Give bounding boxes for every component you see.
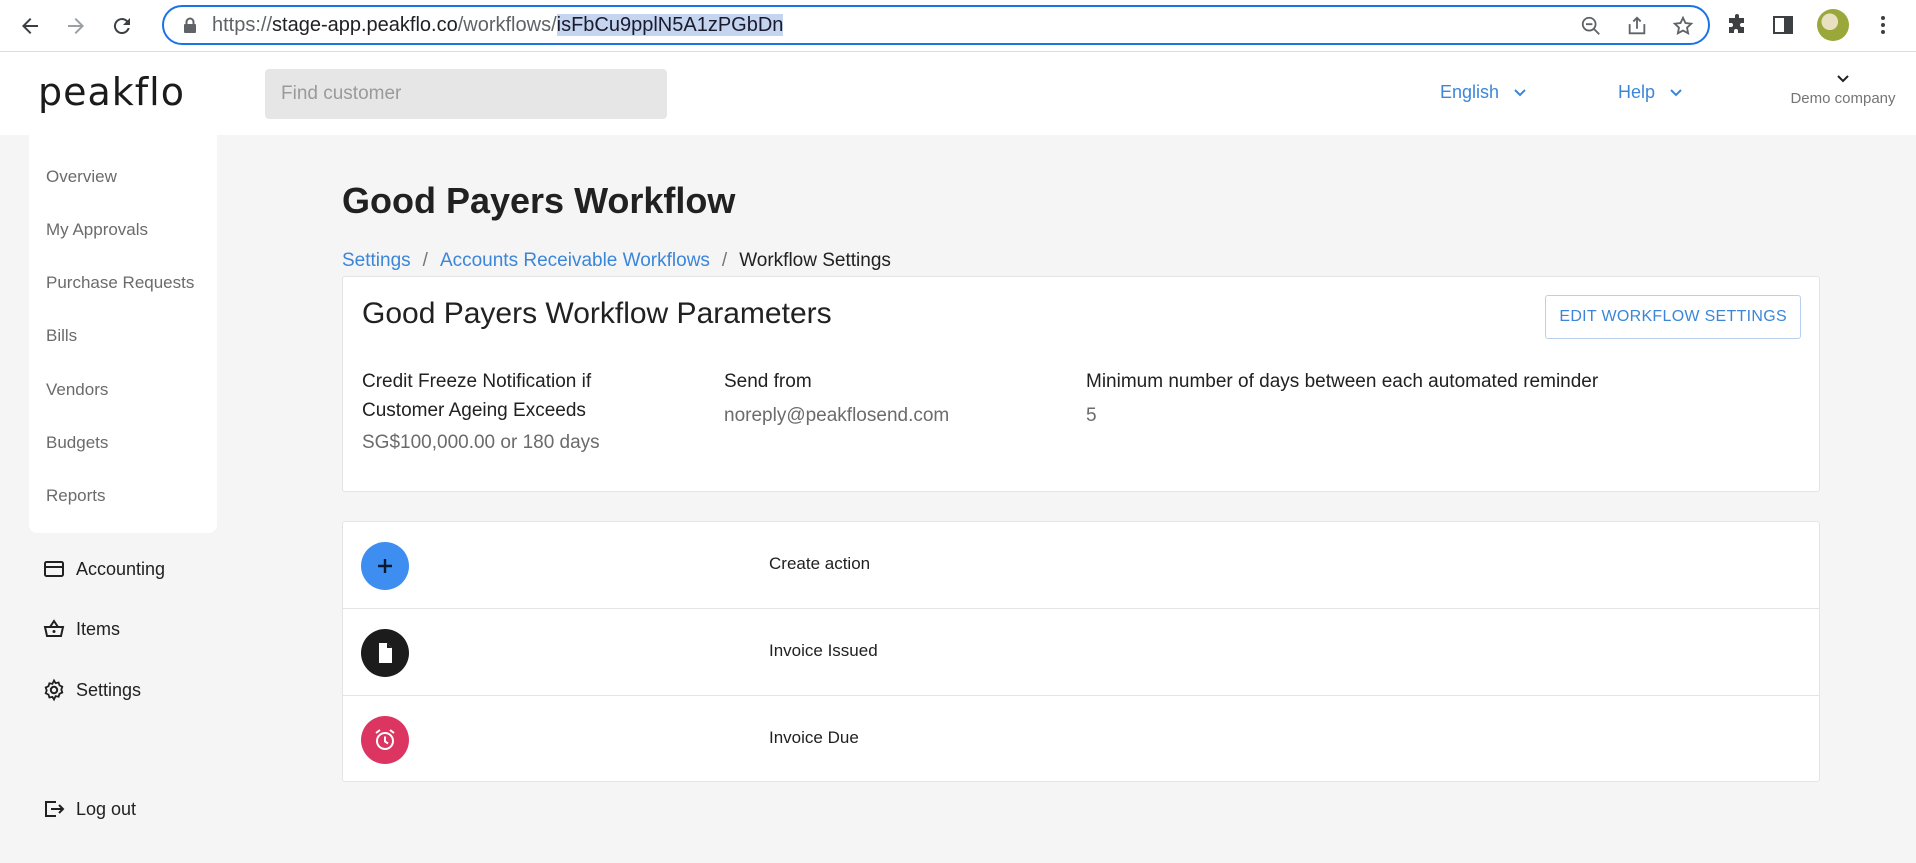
plus-icon[interactable] [361, 542, 409, 590]
sidebar-label-accounting: Accounting [76, 558, 166, 579]
reminder-days-value: 5 [1086, 405, 1097, 426]
breadcrumb-ar-workflows[interactable]: Accounts Receivable Workflows [440, 250, 710, 272]
sidebar-item-overview[interactable]: Overview [46, 167, 117, 187]
language-label: English [1440, 82, 1500, 102]
address-bar[interactable]: https://stage-app.peakflo.co/workflows/i… [162, 5, 1710, 45]
alarm-clock-icon [361, 716, 409, 764]
sidebar-item-reports[interactable]: Reports [46, 486, 106, 506]
peakflo-logo[interactable]: peakflo [38, 70, 185, 114]
reload-icon [113, 17, 130, 34]
logout-button[interactable]: Log out [42, 797, 136, 821]
url-text: https://stage-app.peakflo.co/workflows/i… [212, 13, 784, 37]
breadcrumb-current: Workflow Settings [739, 250, 891, 271]
reminder-days-param: Minimum number of days between each auto… [1086, 367, 1598, 427]
gear-icon [44, 678, 64, 702]
sidebar-item-bills[interactable]: Bills [46, 326, 77, 346]
edit-workflow-settings-button[interactable]: EDIT WORKFLOW SETTINGS [1545, 295, 1801, 339]
company-name: Demo company [1790, 90, 1896, 107]
breadcrumb-separator: / [721, 250, 728, 271]
help-label: Help [1618, 82, 1656, 102]
sidebar-item-budgets[interactable]: Budgets [46, 433, 108, 453]
page-title: Good Payers Workflow [342, 180, 736, 221]
help-menu[interactable]: Help [1618, 82, 1683, 103]
zoom-out-icon[interactable] [1580, 15, 1602, 37]
forward-arrow-icon [68, 17, 84, 34]
action-row-create[interactable]: Create action [343, 522, 1819, 609]
lock-icon [184, 17, 196, 33]
url-host: stage-app.peakflo.co [272, 13, 458, 36]
basket-icon [43, 619, 65, 637]
workflow-parameters-card: Good Payers Workflow Parameters EDIT WOR… [342, 276, 1820, 492]
credit-freeze-label-line2: Customer Ageing Exceeds [362, 400, 586, 421]
url-selected-text: isFbCu9pplN5A1zPGbDn [556, 13, 784, 36]
action-label: Create action [769, 554, 871, 573]
breadcrumb-separator: / [422, 250, 428, 271]
sidebar-item-purchase-requests[interactable]: Purchase Requests [46, 273, 194, 293]
send-from-value: noreply@peakflosend.com [724, 405, 950, 426]
language-selector[interactable]: English [1440, 82, 1527, 103]
find-customer-input[interactable] [265, 69, 667, 119]
sidebar-item-accounting[interactable]: Accounting [42, 557, 165, 581]
breadcrumb: Settings / Accounts Receivable Workflows… [342, 250, 891, 272]
sidebar-label-settings: Settings [76, 679, 142, 700]
url-path: /workflows/ [457, 13, 557, 36]
browser-toolbar: https://stage-app.peakflo.co/workflows/i… [0, 0, 1916, 52]
action-row-invoice-due[interactable]: Invoice Due [343, 696, 1819, 783]
side-panel-icon[interactable] [1771, 13, 1795, 37]
action-label: Invoice Issued [769, 641, 878, 660]
star-icon[interactable] [1672, 15, 1694, 37]
breadcrumb-settings[interactable]: Settings [342, 250, 411, 272]
chevron-down-icon [1837, 75, 1849, 83]
credit-freeze-value: SG$100,000.00 or 180 days [362, 432, 600, 453]
sidebar-item-vendors[interactable]: Vendors [46, 380, 108, 400]
sidebar-menu: Overview My Approvals Purchase Requests … [29, 135, 217, 533]
chevron-down-icon [1669, 82, 1683, 103]
reload-button[interactable] [102, 6, 142, 46]
extensions-puzzle-icon[interactable] [1725, 13, 1749, 37]
chevron-down-icon [1513, 82, 1527, 103]
action-label: Invoice Due [769, 728, 859, 747]
parameters-title: Good Payers Workflow Parameters [362, 297, 832, 330]
sidebar-item-settings[interactable]: Settings [42, 678, 141, 702]
logout-icon [45, 801, 65, 817]
share-icon[interactable] [1626, 15, 1648, 37]
action-row-invoice-issued[interactable]: Invoice Issued [343, 609, 1819, 696]
logout-label: Log out [76, 798, 137, 819]
reminder-days-label: Minimum number of days between each auto… [1086, 371, 1599, 392]
sidebar-item-my-approvals[interactable]: My Approvals [46, 220, 148, 240]
company-selector[interactable]: Demo company [1783, 74, 1903, 107]
sidebar-label-items: Items [76, 618, 121, 639]
more-menu-icon[interactable] [1871, 13, 1895, 37]
profile-avatar[interactable] [1817, 9, 1849, 41]
credit-card-icon [44, 561, 64, 577]
back-arrow-icon [22, 17, 38, 34]
app-header: peakflo English Help Demo company [0, 52, 1916, 135]
sidebar-item-items[interactable]: Items [42, 617, 120, 641]
forward-button[interactable] [56, 6, 96, 46]
document-icon [361, 629, 409, 677]
workflow-actions-list: Create action Invoice Issued Invoice Due [342, 521, 1820, 782]
credit-freeze-param: Credit Freeze Notification if Customer A… [362, 367, 600, 454]
back-button[interactable] [10, 6, 50, 46]
credit-freeze-label-line1: Credit Freeze Notification if [362, 371, 592, 392]
url-scheme: https:// [212, 13, 273, 36]
send-from-param: Send from noreply@peakflosend.com [724, 367, 949, 427]
send-from-label: Send from [724, 371, 812, 392]
